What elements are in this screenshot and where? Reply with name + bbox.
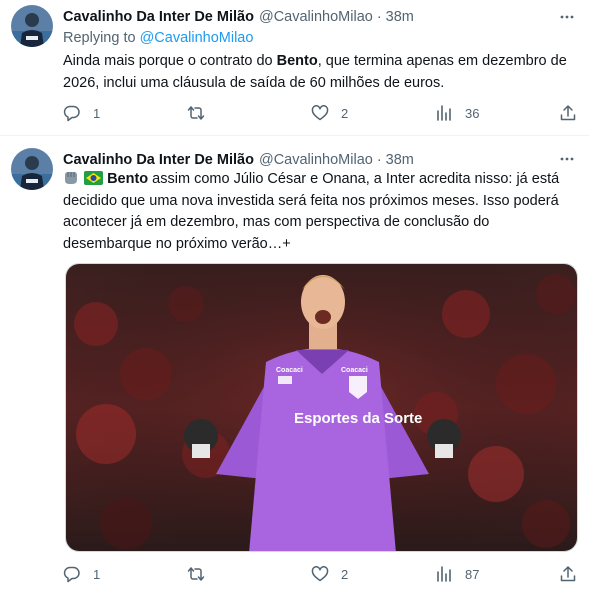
reply-icon [63,566,80,583]
author-name[interactable]: Cavalinho Da Inter De Milão [63,9,254,25]
tweet-time[interactable]: 38m [386,9,414,25]
reply-button[interactable]: 1 [63,564,100,584]
retweet-icon [187,106,205,120]
jersey-sponsor: Esportes da Sorte [294,410,422,427]
analytics-icon [437,105,451,121]
heart-icon [311,566,329,582]
like-count: 2 [341,566,349,582]
like-button[interactable]: 2 [311,103,348,123]
tweet-2[interactable]: Cavalinho Da Inter De Milão @CavalinhoMi… [0,137,589,602]
tweet-actions: 1 2 87 [63,564,583,584]
share-button[interactable] [559,564,577,584]
tweet-text: Bento assim como Júlio César e Onana, a … [63,169,578,255]
avatar[interactable] [11,5,53,47]
fist-emoji [65,172,77,184]
share-icon [560,566,576,582]
reply-count: 1 [93,105,101,121]
tweet-actions: 1 2 36 [63,103,583,123]
reply-icon [63,105,80,122]
analytics-icon [437,566,451,582]
share-icon [560,105,576,121]
heart-icon [311,105,329,121]
jersey-brand-sleeve: Coacaci [276,367,303,374]
retweet-button[interactable] [187,564,217,584]
reply-button[interactable]: 1 [63,103,100,123]
tweet-1[interactable]: Cavalinho Da Inter De Milão @CavalinhoMi… [0,0,589,136]
tweet-text-part: Ainda mais porque o contrato do [63,53,277,69]
like-button[interactable]: 2 [311,564,348,584]
tweet-photo[interactable]: Esportes da Sorte Coacaci Coacaci [65,263,578,552]
views-button[interactable]: 36 [435,103,479,123]
share-button[interactable] [559,103,577,123]
more-horizontal-icon[interactable] [559,151,575,167]
separator-dot: · [376,9,382,25]
author-handle[interactable]: @CavalinhoMilao [259,9,373,25]
author-name[interactable]: Cavalinho Da Inter De Milão [63,152,254,168]
author-handle[interactable]: @CavalinhoMilao [259,152,373,168]
retweet-button[interactable] [187,103,217,123]
replying-to: Replying to @CavalinhoMilao [63,30,253,46]
replying-to-handle[interactable]: @CavalinhoMilao [140,30,254,46]
jersey-brand-chest: Coacaci [341,367,368,374]
replying-to-label: Replying to [63,30,136,46]
views-count: 36 [465,105,480,121]
tweet-time[interactable]: 38m [386,152,414,168]
like-count: 2 [341,105,349,121]
avatar[interactable] [11,148,53,190]
tweet-text-bold: Bento [107,171,149,187]
tweet-text: Ainda mais porque o contrato do Bento, q… [63,51,578,94]
tweet-text-bold: Bento [276,53,318,69]
separator-dot: · [376,152,382,168]
retweet-icon [187,567,205,581]
more-horizontal-icon[interactable] [559,9,575,25]
views-button[interactable]: 87 [435,564,479,584]
brazil-flag-emoji [84,171,104,185]
reply-count: 1 [93,566,101,582]
views-count: 87 [465,566,480,582]
